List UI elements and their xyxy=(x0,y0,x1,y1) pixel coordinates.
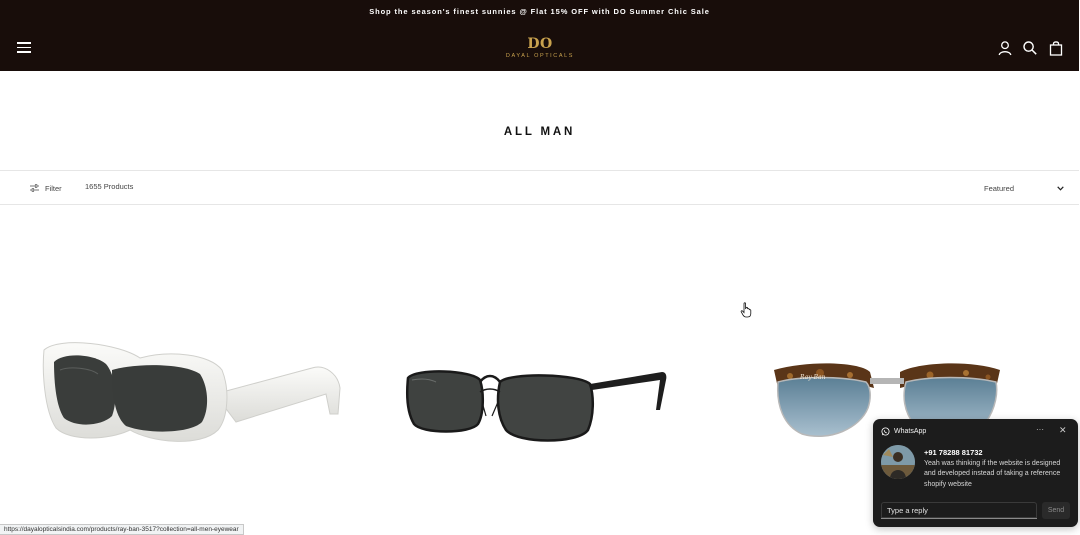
collection-title: ALL MAN xyxy=(503,126,576,138)
chevron-down-icon xyxy=(1057,185,1064,191)
page: Shop the season's finest sunnies @ Flat … xyxy=(0,0,1080,535)
sort-select[interactable]: Featured xyxy=(984,182,1064,194)
filter-label: Filter xyxy=(45,183,62,193)
product-card[interactable] xyxy=(40,330,342,450)
send-button[interactable]: Send xyxy=(1042,502,1070,519)
close-button[interactable]: ✕ xyxy=(1059,425,1067,436)
product-image xyxy=(42,342,341,442)
whatsapp-icon xyxy=(881,427,890,436)
product-card[interactable] xyxy=(400,358,668,450)
site-header: Shop the season's finest sunnies @ Flat … xyxy=(0,0,1079,71)
message-preview: Yeah was thinking if the website is desi… xyxy=(924,460,1061,488)
whatsapp-widget: WhatsApp ··· ✕ +91 78288 81732 Yeah was … xyxy=(873,419,1078,527)
sort-selected-value: Featured xyxy=(984,183,1015,193)
site-logo[interactable]: DO DAYAL OPTICALS xyxy=(498,37,582,59)
contact-phone: +91 78288 81732 xyxy=(924,448,983,457)
logo-text: DAYAL OPTICALS xyxy=(505,53,575,59)
announcement-bar[interactable]: Shop the season's finest sunnies @ Flat … xyxy=(0,7,1079,16)
search-icon[interactable] xyxy=(1022,40,1038,56)
logo-mark: DO xyxy=(527,36,553,52)
divider xyxy=(0,204,1079,205)
whatsapp-title: WhatsApp xyxy=(894,428,927,435)
status-bar-url: https://dayalopticalsindia.com/products/… xyxy=(0,524,244,535)
bag-icon[interactable] xyxy=(1048,40,1064,56)
reply-input[interactable] xyxy=(881,502,1037,519)
svg-text:Ray-Ban: Ray-Ban xyxy=(799,374,826,381)
menu-icon[interactable] xyxy=(17,42,31,53)
product-count: 1655 Products xyxy=(85,182,134,191)
more-options-button[interactable]: ··· xyxy=(1036,425,1044,434)
divider xyxy=(0,170,1079,171)
whatsapp-header: WhatsApp xyxy=(881,427,926,436)
user-icon[interactable] xyxy=(997,40,1013,56)
filter-button[interactable]: Filter xyxy=(30,182,62,194)
filter-icon xyxy=(30,184,39,192)
hand-cursor-icon xyxy=(740,302,752,318)
product-image xyxy=(406,370,667,442)
avatar xyxy=(881,445,915,479)
